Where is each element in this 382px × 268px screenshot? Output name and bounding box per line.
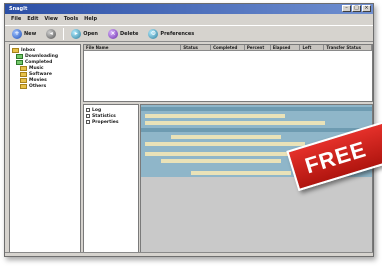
menu-file[interactable]: File (11, 16, 21, 22)
delete-button-label: Delete (119, 30, 139, 37)
detail-row (141, 128, 372, 132)
file-list: File Name Status Completed Percent Elaps… (83, 44, 373, 102)
folder-icon (12, 47, 19, 53)
new-button[interactable]: + New (9, 28, 39, 40)
column-header[interactable]: Elapsed (271, 45, 301, 50)
prop-item-label: Log (92, 107, 102, 113)
statistics-icon (86, 114, 90, 118)
folder-icon (16, 53, 23, 59)
open-button-label: Open (83, 30, 98, 37)
tree-item-label: Completed (25, 59, 53, 65)
properties-icon (86, 120, 90, 124)
menu-help[interactable]: Help (84, 16, 97, 22)
properties-tree: Log Statistics Properties (83, 104, 139, 254)
tree-item-label: Movies (29, 77, 47, 83)
prop-item-label: Properties (92, 119, 119, 125)
detail-row (141, 107, 372, 111)
back-icon: ◂ (46, 28, 57, 39)
folder-icon (20, 83, 27, 89)
preferences-icon: ⚙ (148, 28, 159, 39)
folder-icon (20, 71, 27, 77)
preferences-button-label: Preferences (160, 30, 195, 37)
preferences-button[interactable]: ⚙ Preferences (145, 28, 197, 40)
detail-row (145, 114, 285, 118)
status-bar (5, 252, 373, 256)
detail-row (145, 121, 325, 125)
folder-icon (20, 77, 27, 83)
maximize-button[interactable]: □ (352, 5, 361, 12)
tree-item-label: Software (29, 71, 52, 77)
toolbar: + New ◂ ▸ Open × Delete ⚙ Preferences (5, 25, 373, 42)
prop-item-label: Statistics (92, 113, 116, 119)
column-header[interactable]: Completed (211, 45, 245, 50)
close-button[interactable]: × (362, 5, 371, 12)
folder-icon (20, 65, 27, 71)
window-title: SnagIt (9, 6, 28, 12)
app-window: SnagIt – □ × File Edit View Tools Help +… (4, 3, 374, 257)
back-button[interactable]: ◂ (43, 28, 59, 40)
new-button-label: New (24, 30, 37, 37)
detail-row (145, 152, 295, 156)
tree-item-label: Music (29, 65, 44, 71)
column-header[interactable]: Left (300, 45, 325, 50)
open-icon: ▸ (71, 28, 82, 39)
delete-icon: × (107, 28, 118, 39)
column-header[interactable]: Status (181, 45, 212, 50)
detail-empty-area (141, 177, 372, 253)
tree-item-label: Inbox (21, 47, 36, 53)
title-bar[interactable]: SnagIt – □ × (5, 4, 373, 14)
detail-row (145, 142, 305, 146)
new-icon: + (12, 28, 22, 39)
window-controls: – □ × (342, 5, 371, 12)
column-header[interactable]: Transfer Status (324, 45, 372, 50)
tree-item-others[interactable]: Others (12, 83, 78, 89)
column-header[interactable]: Percent (245, 45, 271, 50)
detail-row (161, 159, 281, 163)
detail-row (191, 171, 291, 175)
tree-item-label: Others (29, 83, 47, 89)
log-icon (86, 108, 90, 112)
menu-bar: File Edit View Tools Help (5, 15, 373, 23)
open-button[interactable]: ▸ Open (68, 28, 101, 40)
menu-view[interactable]: View (44, 16, 58, 22)
minimize-button[interactable]: – (342, 5, 351, 12)
menu-edit[interactable]: Edit (27, 16, 38, 22)
folder-tree: Inbox Downloading Completed Music Softwa… (9, 44, 81, 254)
list-header: File Name Status Completed Percent Elaps… (84, 45, 372, 51)
prop-item-properties[interactable]: Properties (86, 119, 136, 125)
delete-button[interactable]: × Delete (105, 28, 141, 40)
column-header[interactable]: File Name (84, 45, 182, 50)
detail-row (171, 135, 281, 139)
toolbar-separator (63, 27, 65, 40)
menu-tools[interactable]: Tools (64, 16, 78, 22)
tree-item-label: Downloading (25, 53, 59, 59)
folder-icon (16, 59, 23, 65)
